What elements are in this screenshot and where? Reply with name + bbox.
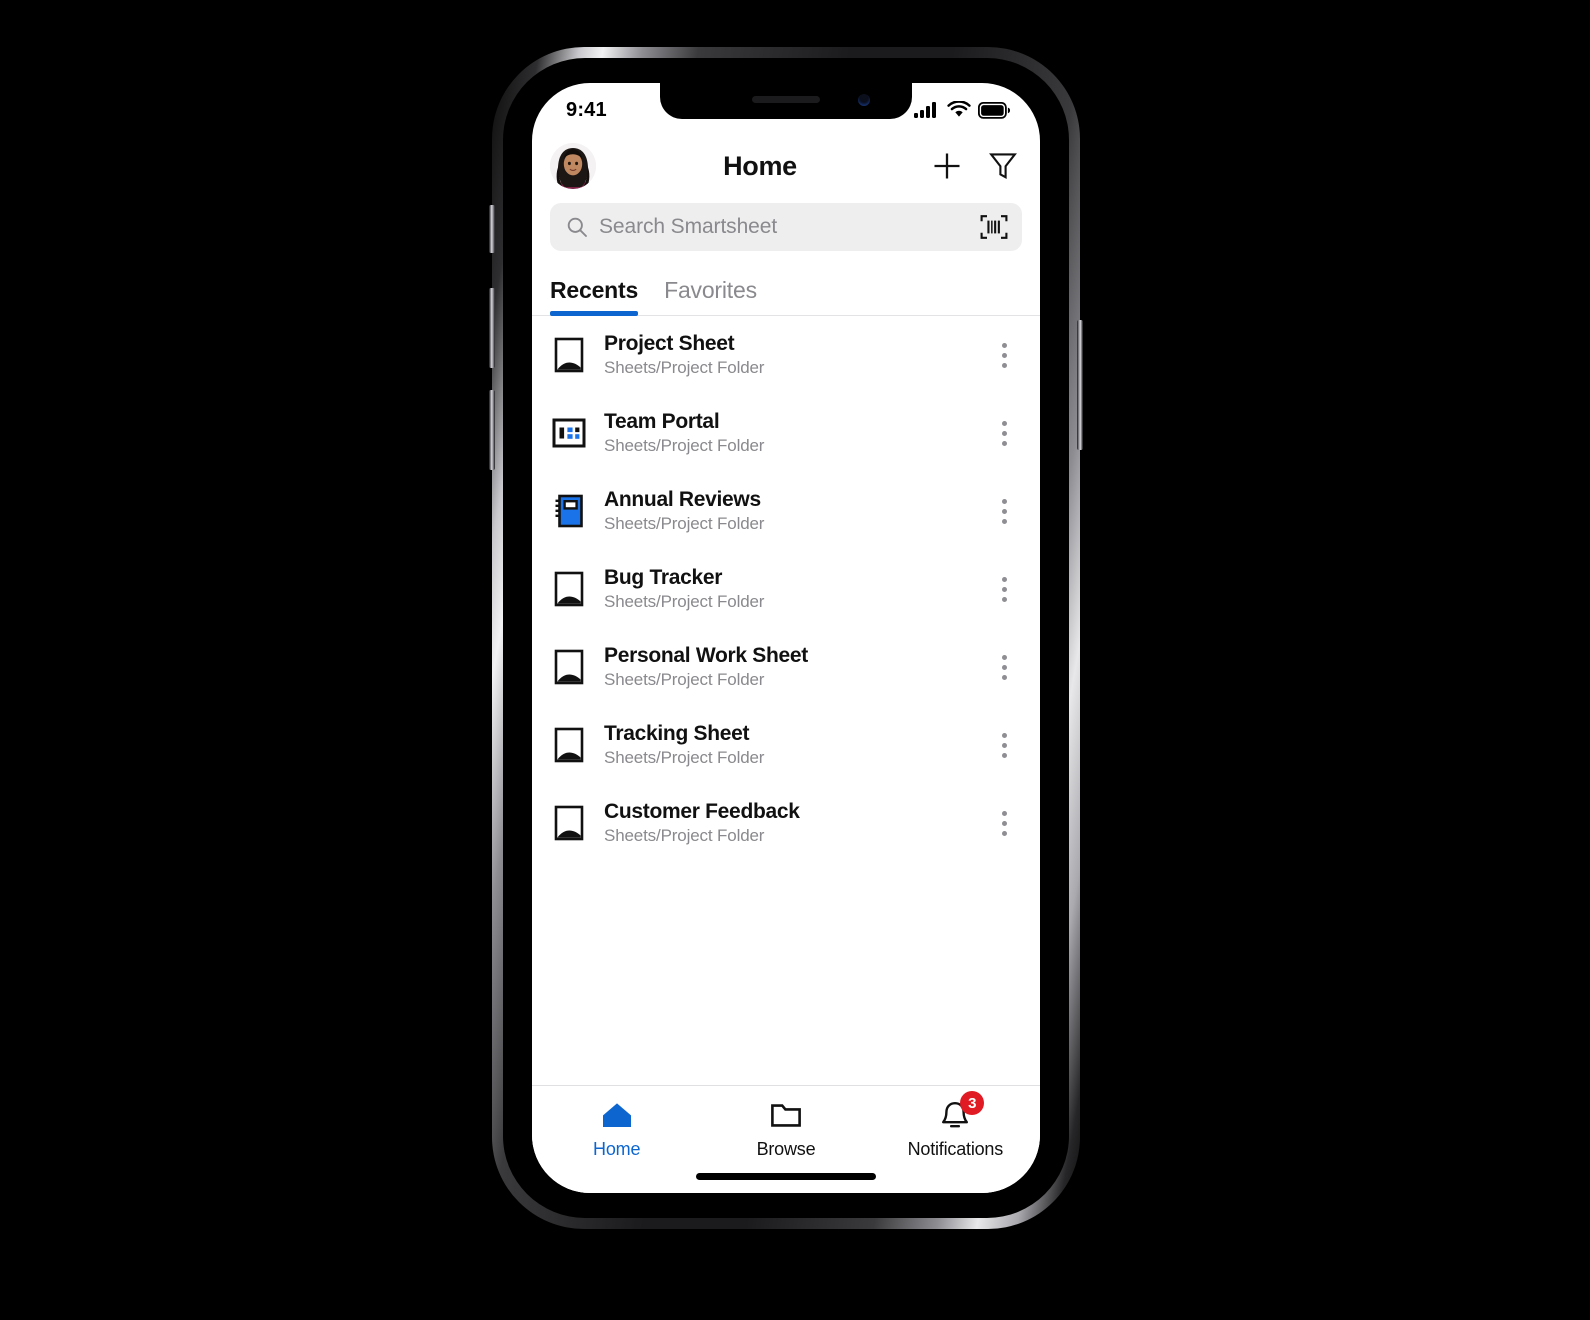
sheet-icon — [552, 804, 586, 842]
list-item[interactable]: Annual Reviews Sheets/Project Folder — [532, 472, 1040, 550]
filter-funnel-icon — [989, 153, 1017, 179]
power-button[interactable] — [1077, 320, 1083, 450]
list-item-more-button[interactable] — [988, 411, 1020, 455]
list-item-subtitle: Sheets/Project Folder — [604, 748, 765, 768]
list-item[interactable]: Tracking Sheet Sheets/Project Folder — [532, 706, 1040, 784]
plus-icon — [934, 153, 960, 179]
list-item-title: Customer Feedback — [604, 799, 800, 823]
list-item[interactable]: Team Portal Sheets/Project Folder — [532, 394, 1040, 472]
screenshot-root: 9:41 Home Search Smartsheet Recents Favo… — [0, 0, 1590, 1320]
list-item-more-button[interactable] — [988, 333, 1020, 377]
list-item-title: Annual Reviews — [604, 487, 761, 511]
avatar-photo-icon — [550, 143, 596, 189]
status-bar-time: 9:41 — [566, 98, 607, 121]
volume-down-button[interactable] — [489, 390, 495, 470]
tabbar-item-browse[interactable]: Browse — [701, 1099, 870, 1160]
list-item-more-button[interactable] — [988, 801, 1020, 845]
list-item-title: Project Sheet — [604, 331, 735, 355]
wifi-icon — [947, 101, 971, 117]
add-button[interactable] — [930, 149, 964, 183]
list-item[interactable]: Project Sheet Sheets/Project Folder — [532, 316, 1040, 394]
app-header: Home — [532, 129, 1040, 203]
tab-strip: Recents Favorites — [532, 255, 1040, 316]
sheet-icon — [552, 336, 586, 374]
mute-switch-button[interactable] — [489, 205, 495, 253]
list-item-text: Annual Reviews Sheets/Project Folder — [604, 487, 970, 536]
list-item[interactable]: Personal Work Sheet Sheets/Project Folde… — [532, 628, 1040, 706]
list-item-subtitle: Sheets/Project Folder — [604, 826, 765, 846]
recents-list: Project Sheet Sheets/Project Folder Team… — [532, 316, 1040, 1018]
search-section: Search Smartsheet — [532, 203, 1040, 251]
phone-device-frame: 9:41 Home Search Smartsheet Recents Favo… — [492, 47, 1080, 1229]
cellular-signal-icon — [914, 102, 936, 118]
home-indicator[interactable] — [696, 1173, 876, 1180]
header-actions — [930, 149, 1020, 183]
barcode-scan-button[interactable] — [980, 214, 1008, 240]
list-item-subtitle: Sheets/Project Folder — [604, 592, 765, 612]
list-item[interactable]: Bug Tracker Sheets/Project Folder — [532, 550, 1040, 628]
list-item-title: Team Portal — [604, 409, 720, 433]
home-icon — [599, 1099, 635, 1131]
tabbar-item-notifications[interactable]: 3 Notifications — [871, 1091, 1040, 1160]
list-item-more-button[interactable] — [988, 645, 1020, 689]
tabbar-label-notifications: Notifications — [907, 1139, 1004, 1159]
tab-recents[interactable]: Recents — [550, 277, 638, 316]
tabbar-label-home: Home — [593, 1139, 641, 1159]
barcode-scanner-icon — [980, 215, 1008, 239]
front-camera-icon — [858, 94, 870, 106]
status-bar-indicators — [914, 101, 1010, 119]
list-item-title: Bug Tracker — [604, 565, 723, 589]
tab-favorites[interactable]: Favorites — [664, 277, 757, 315]
dashboard-icon — [552, 414, 586, 452]
bell-icon: 3 — [937, 1091, 985, 1131]
earpiece-speaker-icon — [752, 96, 820, 103]
list-item[interactable]: Customer Feedback Sheets/Project Folder — [532, 784, 1040, 862]
list-item-subtitle: Sheets/Project Folder — [604, 358, 765, 378]
user-avatar[interactable] — [550, 143, 596, 189]
list-item-text: Bug Tracker Sheets/Project Folder — [604, 565, 970, 614]
sheet-icon — [552, 726, 586, 764]
device-notch — [660, 83, 912, 119]
folder-icon — [768, 1099, 804, 1131]
report-icon — [552, 492, 586, 530]
phone-screen: 9:41 Home Search Smartsheet Recents Favo… — [532, 83, 1040, 1193]
list-item-text: Personal Work Sheet Sheets/Project Folde… — [604, 643, 970, 692]
sheet-icon — [552, 648, 586, 686]
list-item-subtitle: Sheets/Project Folder — [604, 670, 765, 690]
filter-button[interactable] — [986, 149, 1020, 183]
list-item-subtitle: Sheets/Project Folder — [604, 514, 765, 534]
list-item-more-button[interactable] — [988, 723, 1020, 767]
list-item-text: Project Sheet Sheets/Project Folder — [604, 331, 970, 380]
list-item-subtitle: Sheets/Project Folder — [604, 436, 765, 456]
battery-icon — [978, 101, 1010, 119]
list-item-text: Customer Feedback Sheets/Project Folder — [604, 799, 970, 848]
list-item-more-button[interactable] — [988, 489, 1020, 533]
list-item-text: Team Portal Sheets/Project Folder — [604, 409, 970, 458]
search-placeholder: Search Smartsheet — [599, 215, 778, 238]
sheet-icon — [552, 570, 586, 608]
tabbar-label-browse: Browse — [756, 1139, 816, 1159]
tabbar-item-home[interactable]: Home — [532, 1099, 701, 1160]
search-icon — [567, 217, 587, 237]
list-item-title: Personal Work Sheet — [604, 643, 808, 667]
page-title: Home — [723, 150, 797, 181]
search-input[interactable]: Search Smartsheet — [550, 203, 1022, 251]
list-item-more-button[interactable] — [988, 567, 1020, 611]
list-item-title: Tracking Sheet — [604, 721, 750, 745]
list-item-text: Tracking Sheet Sheets/Project Folder — [604, 721, 970, 770]
volume-up-button[interactable] — [489, 288, 495, 368]
notifications-badge: 3 — [960, 1091, 985, 1115]
